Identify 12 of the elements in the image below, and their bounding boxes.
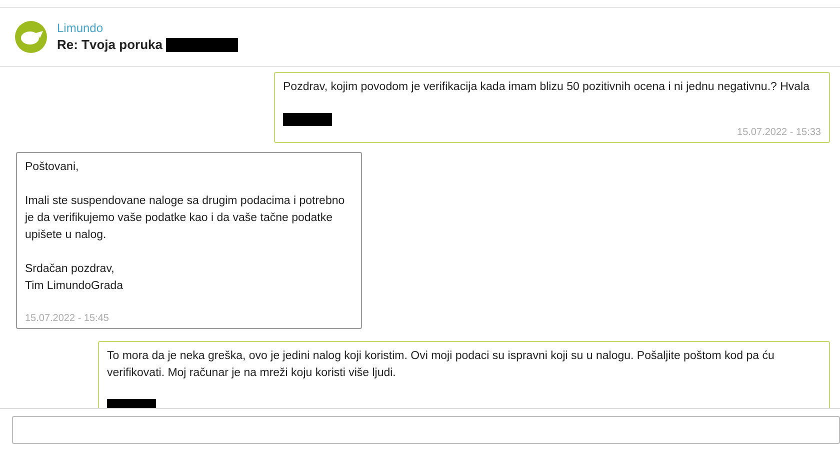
message-text: To mora da je neka greška, ovo je jedini nalog koji koristim. Ovi moji podaci su ispravni koji su u nalogu. Pošaljite poštom kod pa ću verifikovati. Moj računar je na mreži koju koristi više ljudi. bbox=[107, 349, 776, 381]
logo-icon bbox=[15, 21, 47, 53]
message-text: Imali ste suspendovane naloge sa drugim podacima i potrebno je da verifikujemo vaše podatke kao i da vaše tačne podatke upišete u nalog. bbox=[25, 194, 346, 243]
message-time: 15.07.2022 - 15:33 bbox=[736, 126, 821, 140]
message-text: Srdačan pozdrav, bbox=[25, 262, 116, 277]
message-text: Pozdrav, kojim povodom je verifikacija kada imam blizu 50 pozitivnih ocena i ni jednu negativnu.? Hvala bbox=[283, 80, 811, 95]
subject-title: Re: Tvoja poruka bbox=[57, 36, 162, 54]
message-time: 15.07.2022 - 15:45 bbox=[25, 312, 110, 326]
message-text: Poštovani, bbox=[25, 160, 80, 175]
message-input[interactable] bbox=[12, 416, 840, 444]
sender-name: Limundo bbox=[57, 20, 104, 36]
message-text: Tim LimundoGrada bbox=[25, 279, 124, 294]
